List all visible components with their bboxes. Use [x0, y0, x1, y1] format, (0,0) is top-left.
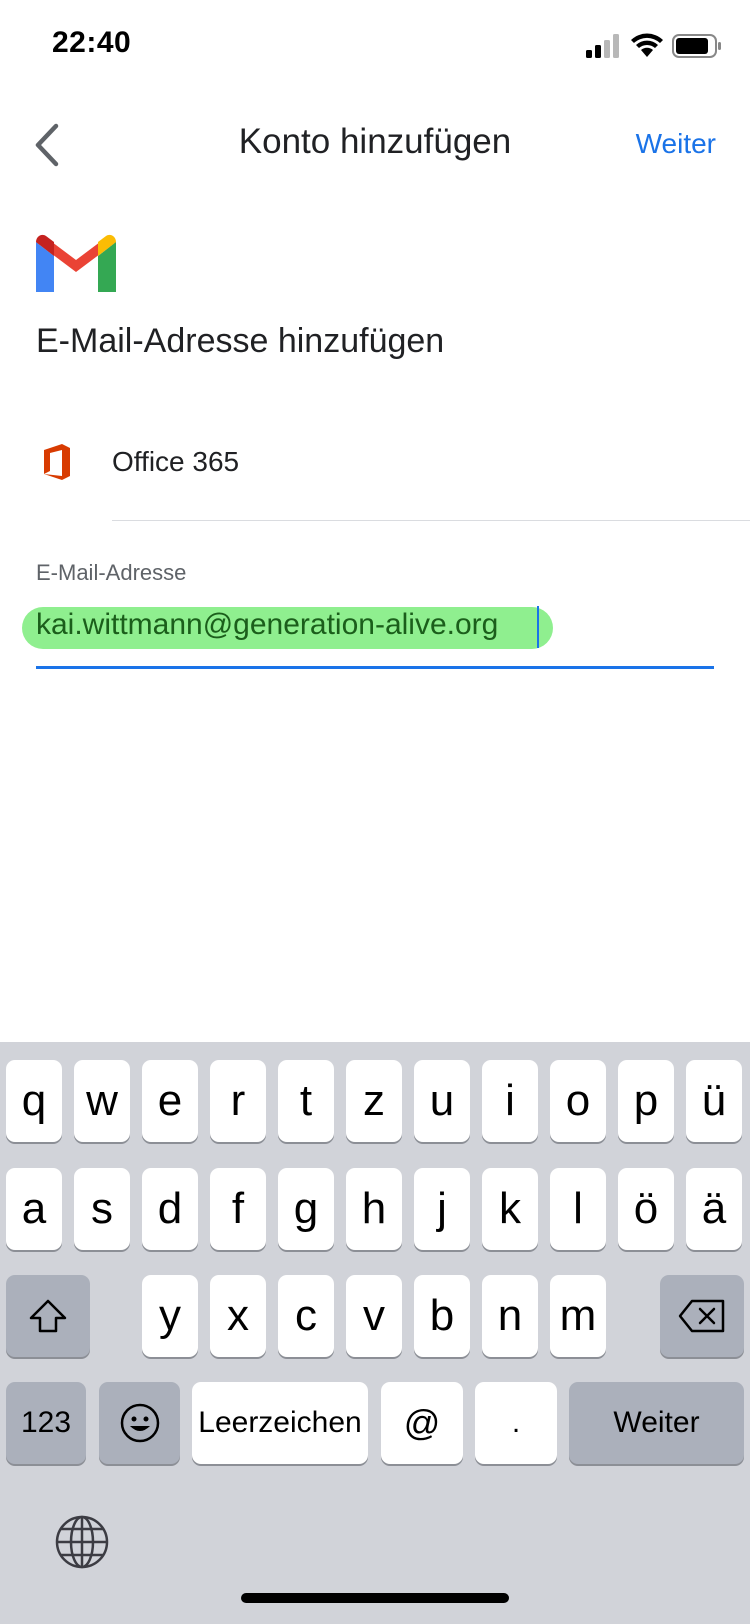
provider-label: Office 365 — [112, 446, 240, 477]
language-switch-button[interactable] — [54, 1514, 110, 1570]
divider — [112, 520, 750, 521]
email-field-label: E-Mail-Adresse — [36, 560, 187, 585]
next-button[interactable]: Weiter — [636, 128, 716, 160]
shift-icon — [29, 1299, 67, 1333]
key-c[interactable]: c — [278, 1275, 334, 1357]
key-b[interactable]: b — [414, 1275, 470, 1357]
key-h[interactable]: h — [346, 1168, 402, 1250]
battery-icon — [672, 34, 721, 58]
key-g[interactable]: g — [278, 1168, 334, 1250]
key-i[interactable]: i — [482, 1060, 538, 1142]
key-o[interactable]: o — [550, 1060, 606, 1142]
gmail-logo-icon — [36, 234, 116, 292]
status-bar: 22:40 — [0, 0, 750, 94]
numbers-key[interactable]: 123 — [6, 1382, 86, 1464]
email-field-underline — [36, 666, 714, 669]
keyboard: q w e r t z u i o p ü a s d f g h j k l … — [0, 1042, 750, 1624]
at-key[interactable]: @ — [381, 1382, 463, 1464]
key-m[interactable]: m — [550, 1275, 606, 1357]
key-z[interactable]: z — [346, 1060, 402, 1142]
key-w[interactable]: w — [74, 1060, 130, 1142]
key-e[interactable]: e — [142, 1060, 198, 1142]
key-r[interactable]: r — [210, 1060, 266, 1142]
return-key[interactable]: Weiter — [569, 1382, 744, 1464]
wifi-icon — [631, 33, 663, 57]
app-bar: Konto hinzufügen Weiter — [0, 100, 750, 190]
key-a[interactable]: a — [6, 1168, 62, 1250]
key-q[interactable]: q — [6, 1060, 62, 1142]
office-365-icon — [44, 444, 70, 480]
key-f[interactable]: f — [210, 1168, 266, 1250]
key-k[interactable]: k — [482, 1168, 538, 1250]
backspace-icon — [678, 1299, 725, 1333]
key-v[interactable]: v — [346, 1275, 402, 1357]
emoji-key[interactable] — [99, 1382, 180, 1464]
key-u[interactable]: u — [414, 1060, 470, 1142]
key-t[interactable]: t — [278, 1060, 334, 1142]
key-x[interactable]: x — [210, 1275, 266, 1357]
section-heading: E-Mail-Adresse hinzufügen — [36, 322, 445, 360]
key-j[interactable]: j — [414, 1168, 470, 1250]
key-ue[interactable]: ü — [686, 1060, 742, 1142]
space-key[interactable]: Leerzeichen — [192, 1382, 368, 1464]
text-caret — [537, 606, 539, 648]
key-l[interactable]: l — [550, 1168, 606, 1250]
key-y[interactable]: y — [142, 1275, 198, 1357]
key-p[interactable]: p — [618, 1060, 674, 1142]
globe-icon — [55, 1515, 109, 1569]
email-field[interactable]: kai.wittmann@generation-alive.org — [36, 608, 498, 642]
backspace-key[interactable] — [660, 1275, 744, 1357]
key-oe[interactable]: ö — [618, 1168, 674, 1250]
key-d[interactable]: d — [142, 1168, 198, 1250]
status-time: 22:40 — [52, 26, 132, 59]
dot-key[interactable]: . — [475, 1382, 557, 1464]
shift-key[interactable] — [6, 1275, 90, 1357]
emoji-icon — [120, 1403, 159, 1443]
key-s[interactable]: s — [74, 1168, 130, 1250]
cellular-signal-icon — [586, 34, 619, 58]
key-n[interactable]: n — [482, 1275, 538, 1357]
key-ae[interactable]: ä — [686, 1168, 742, 1250]
home-indicator — [241, 1593, 509, 1603]
